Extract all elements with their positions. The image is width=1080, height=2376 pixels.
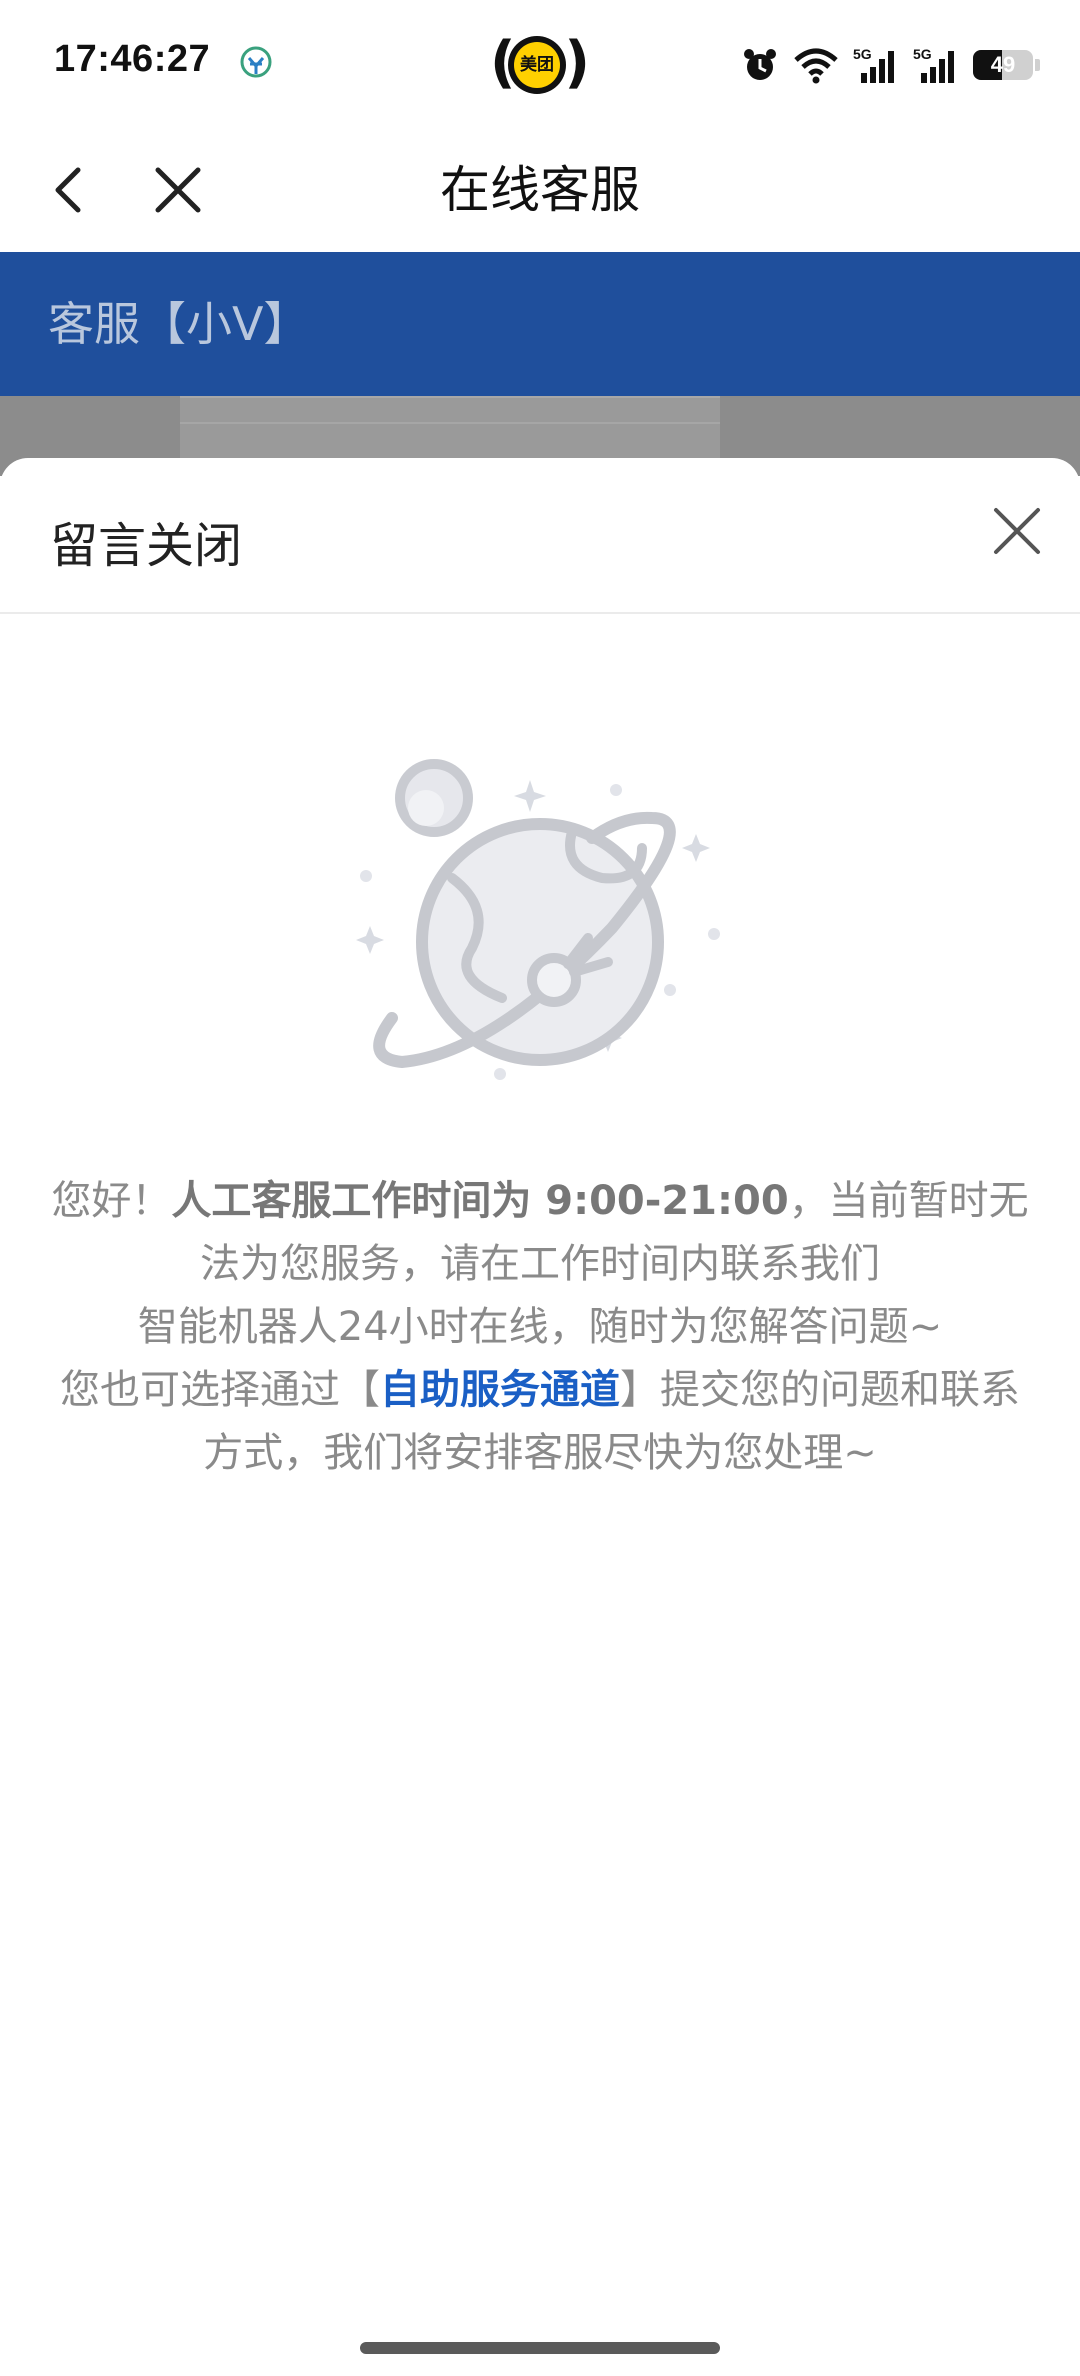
battery-percent: 49 xyxy=(990,52,1016,77)
svg-text:5G: 5G xyxy=(853,46,872,62)
status-bar: 17:46:27 ( 美团 ) 5G 5G 49 xyxy=(0,0,1080,128)
battery-cap xyxy=(1035,59,1040,71)
nav-bar: 在线客服 xyxy=(0,128,1080,252)
5g-signal-icon: 5G xyxy=(853,46,894,83)
home-indicator[interactable] xyxy=(360,2342,720,2354)
page-title: 在线客服 xyxy=(440,161,640,219)
self-service-channel-link[interactable]: 自助服务通道 xyxy=(380,1367,620,1413)
service-hours-notice: 您好！人工客服工作时间为 9:00-21:00，当前暂时无法为您服务，请在工作时… xyxy=(50,1170,1030,1485)
notice-channel-pre: 您也可选择通过【 xyxy=(60,1367,380,1413)
divider xyxy=(0,612,1080,614)
notice-hours: 人工客服工作时间为 9:00-21:00 xyxy=(171,1178,789,1224)
meituan-logo-text: 美团 xyxy=(514,42,560,88)
notice-greeting: 您好！ xyxy=(51,1178,172,1224)
meituan-logo-icon: 美团 xyxy=(508,36,566,94)
5g-signal-icon-2: 5G xyxy=(913,46,954,83)
battery-icon: 49 xyxy=(973,50,1033,80)
svg-text:5G: 5G xyxy=(913,46,932,62)
planet-empty-state-icon xyxy=(356,759,720,1080)
meituan-status-badge: ( 美团 ) xyxy=(490,30,590,96)
sheet-title: 留言关闭 xyxy=(50,518,243,574)
paren-right: ) xyxy=(564,30,590,95)
close-icon[interactable] xyxy=(990,504,1044,558)
chat-header-title: 客服【小V】 xyxy=(48,297,310,351)
divider xyxy=(180,422,720,424)
alarm-icon xyxy=(744,49,776,80)
status-time: 17:46:27 xyxy=(54,38,211,80)
message-closed-sheet: 留言关闭 您好！人工客服工作时间为 9:00-21:00，当前暂时无法为您服务，… xyxy=(0,458,1080,2376)
status-icons: 5G 5G 49 xyxy=(741,40,1040,90)
notice-robot-line: 智能机器人24小时在线，随时为您解答问题~ xyxy=(137,1304,943,1350)
chat-header: 客服【小V】 xyxy=(0,252,1080,396)
app-notification-icon xyxy=(240,46,272,78)
wifi-icon xyxy=(794,48,838,84)
